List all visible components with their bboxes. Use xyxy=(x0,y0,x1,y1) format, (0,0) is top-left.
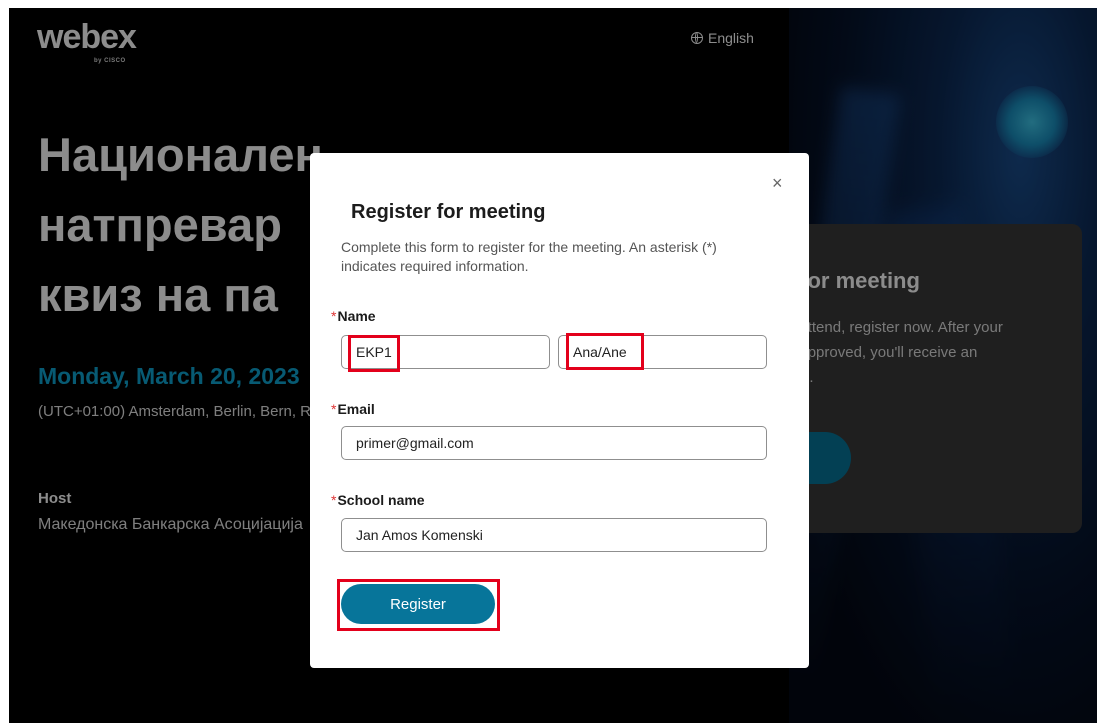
close-icon[interactable]: × xyxy=(772,174,783,192)
email-label-text: Email xyxy=(337,401,375,417)
last-name-input[interactable] xyxy=(558,335,767,369)
register-button[interactable]: Register xyxy=(341,584,495,624)
dialog-title: Register for meeting xyxy=(351,201,546,223)
required-asterisk: * xyxy=(331,401,337,417)
first-name-input[interactable] xyxy=(341,335,550,369)
name-label-text: Name xyxy=(337,308,376,324)
name-label: *Name xyxy=(331,308,376,324)
dialog-description: Complete this form to register for the m… xyxy=(341,239,717,274)
register-dialog: × Register for meeting Complete this for… xyxy=(310,153,809,668)
email-input[interactable] xyxy=(341,426,767,460)
school-label: *School name xyxy=(331,492,425,508)
school-label-text: School name xyxy=(337,492,425,508)
email-label: *Email xyxy=(331,401,375,417)
required-asterisk: * xyxy=(331,492,337,508)
required-asterisk: * xyxy=(331,308,337,324)
school-name-input[interactable] xyxy=(341,518,767,552)
